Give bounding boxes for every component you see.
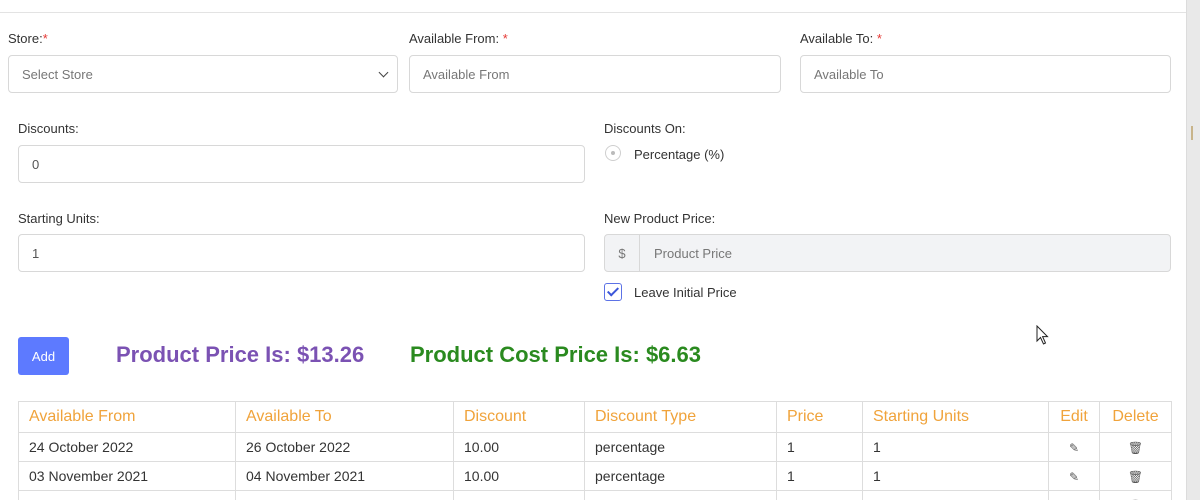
checkmark-icon (606, 284, 620, 297)
discounts-label: Discounts: (18, 121, 79, 136)
cell-starting-units: 1 (862, 461, 1049, 491)
cell-discount: 10.00 (453, 461, 585, 491)
cell-discount: 10.00 (453, 490, 585, 500)
dollar-prefix: $ (605, 235, 640, 271)
store-select-value: Select Store (22, 66, 93, 82)
mouse-pointer-icon (1036, 325, 1049, 345)
store-select[interactable]: Select Store (8, 55, 398, 93)
delete-cell: 🗑 (1099, 490, 1172, 500)
column-header-delete: Delete (1099, 401, 1172, 433)
cell-available-to: 17 August 2021 (235, 490, 454, 500)
product-price-placeholder: Product Price (654, 245, 733, 261)
cell-available-from: 15 August 2021 (18, 490, 236, 500)
product-price-input[interactable]: Product Price (640, 235, 732, 271)
available-from-input[interactable]: Available From (409, 55, 781, 93)
cell-starting-units: 1 (862, 490, 1049, 500)
available-from-required-mark: * (502, 31, 508, 46)
column-header-price[interactable]: Price (776, 401, 863, 433)
edit-icon[interactable]: ✎ (1069, 441, 1079, 455)
starting-units-value: 1 (32, 245, 40, 261)
cell-available-to: 26 October 2022 (235, 432, 454, 462)
cell-available-from: 24 October 2022 (18, 432, 236, 462)
column-header-available-to[interactable]: Available To (235, 401, 454, 433)
table-header-row: Available From Available To Discount Dis… (18, 401, 1172, 433)
table-row: 15 August 2021 17 August 2021 10.00 perc… (18, 490, 1172, 500)
cell-price: 1 (776, 490, 863, 500)
starting-units-label: Starting Units: (18, 211, 100, 226)
store-label-text: Store: (8, 31, 43, 46)
available-from-label: Available From: * (409, 31, 508, 46)
leave-initial-price-checkbox[interactable] (604, 283, 622, 301)
cell-discount-type: percentage (584, 432, 777, 462)
cell-starting-units: 1 (862, 432, 1049, 462)
available-to-input[interactable]: Available To (800, 55, 1171, 93)
table-row: 03 November 2021 04 November 2021 10.00 … (18, 461, 1172, 491)
available-from-label-text: Available From: (409, 31, 500, 46)
store-required-mark: * (42, 31, 48, 46)
cell-available-from: 03 November 2021 (18, 461, 236, 491)
store-label: Store:* (8, 31, 48, 46)
percentage-radio[interactable] (605, 145, 621, 161)
page-backdrop (1187, 0, 1200, 500)
edit-icon[interactable]: ✎ (1069, 470, 1079, 484)
cell-discount-type: percentage (584, 461, 777, 491)
table-row: 24 October 2022 26 October 2022 10.00 pe… (18, 432, 1172, 462)
cell-price: 1 (776, 461, 863, 491)
available-to-label: Available To: * (800, 31, 882, 46)
add-button[interactable]: Add (18, 337, 69, 375)
discounts-input[interactable]: 0 (18, 145, 585, 183)
backdrop-marker (1191, 126, 1193, 140)
edit-cell: ✎ (1048, 461, 1100, 491)
new-product-price-label: New Product Price: (604, 211, 716, 226)
column-header-available-from[interactable]: Available From (18, 401, 236, 433)
cell-price: 1 (776, 432, 863, 462)
modal-header-divider (0, 12, 1186, 13)
column-header-discount[interactable]: Discount (453, 401, 585, 433)
edit-cell: ✎ (1048, 432, 1100, 462)
cell-discount: 10.00 (453, 432, 585, 462)
chevron-down-icon (378, 67, 389, 78)
discounts-table: Available From Available To Discount Dis… (18, 401, 1172, 500)
available-to-placeholder: Available To (814, 66, 884, 82)
cell-available-to: 04 November 2021 (235, 461, 454, 491)
starting-units-input[interactable]: 1 (18, 234, 585, 272)
discounts-on-label: Discounts On: (604, 121, 686, 136)
available-to-required-mark: * (876, 31, 882, 46)
new-product-price-group: $ Product Price (604, 234, 1171, 272)
product-cost-price-summary: Product Cost Price Is: $6.63 (410, 342, 701, 367)
available-from-placeholder: Available From (423, 66, 510, 82)
available-to-label-text: Available To: (800, 31, 874, 46)
product-price-summary: Product Price Is: $13.26 (116, 342, 365, 367)
delete-cell: 🗑 (1099, 461, 1172, 491)
trash-icon[interactable]: 🗑 (1128, 470, 1143, 484)
radio-dot-icon (611, 151, 615, 155)
cell-discount-type: percentage (584, 490, 777, 500)
edit-cell: ✎ (1048, 490, 1100, 500)
percentage-radio-label[interactable]: Percentage (%) (634, 147, 724, 162)
discount-modal: Store:* Select Store Available From: * A… (0, 0, 1187, 500)
leave-initial-price-label[interactable]: Leave Initial Price (634, 285, 737, 300)
column-header-discount-type[interactable]: Discount Type (584, 401, 777, 433)
delete-cell: 🗑 (1099, 432, 1172, 462)
column-header-edit: Edit (1048, 401, 1100, 433)
discounts-value: 0 (32, 156, 40, 172)
trash-icon[interactable]: 🗑 (1128, 441, 1143, 455)
column-header-starting-units[interactable]: Starting Units (862, 401, 1049, 433)
